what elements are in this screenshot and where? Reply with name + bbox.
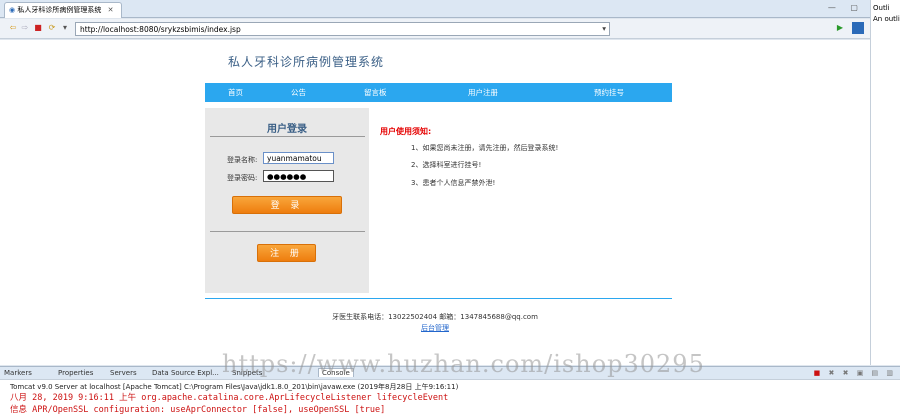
admin-link[interactable]: 后台管理 <box>0 323 870 333</box>
tab-properties[interactable]: Properties <box>58 369 93 377</box>
username-input[interactable] <box>263 152 334 164</box>
window-controls[interactable]: — ▢ <box>828 3 864 12</box>
ide-window: ◉ 私人牙科诊所病例管理系统 ✕ — ▢ ⇦ ⇨ ■ ⟳ ▾ http://lo… <box>0 0 900 415</box>
menu-dropdown-icon[interactable]: ▾ <box>60 23 70 33</box>
notice-item: 1、如果您尚未注册，请先注册，然后登录系统! <box>411 144 559 152</box>
outline-panel: Outli An outli <box>870 0 900 365</box>
footer-contact: 牙医生联系电话：13022502404 邮箱：1347845688@qq.com <box>332 313 538 321</box>
tab-markers[interactable]: Markers <box>4 369 32 377</box>
nav-item-home[interactable]: 首页 <box>228 87 243 98</box>
console-toolbar[interactable]: ■ ✖ ✖ ▣ ▤ ▥ <box>814 369 896 377</box>
password-input[interactable]: ●●●●●● <box>263 170 334 182</box>
nav-item-register[interactable]: 用户注册 <box>468 87 498 98</box>
forward-icon[interactable]: ⇨ <box>20 23 30 33</box>
back-icon[interactable]: ⇦ <box>8 23 18 33</box>
terminate-icon[interactable]: ■ <box>814 369 824 377</box>
outline-subtitle: An outli <box>873 15 900 23</box>
login-button[interactable]: 登 录 <box>232 196 342 214</box>
tab-servers[interactable]: Servers <box>110 369 137 377</box>
tab-data-source-explorer[interactable]: Data Source Expl... <box>152 369 219 377</box>
console-log-line: 信息 APR/OpenSSL configuration: useAprConn… <box>10 405 386 415</box>
login-heading: 用户登录 <box>267 124 307 135</box>
username-label: 登录名称: <box>227 156 258 164</box>
stop-icon[interactable]: ■ <box>33 23 43 33</box>
go-icon[interactable]: ▶ <box>835 23 845 33</box>
browser-tab-title: 私人牙科诊所病例管理系统 <box>17 6 102 14</box>
outline-title[interactable]: Outli <box>873 4 898 12</box>
notice-title: 用户使用须知: <box>380 127 432 136</box>
notice-item: 3、患者个人信息严禁外泄! <box>411 179 496 187</box>
site-title: 私人牙科诊所病例管理系统 <box>228 55 385 69</box>
footer-divider <box>205 298 672 299</box>
external-browser-icon[interactable] <box>852 22 864 34</box>
notice-item: 2、选择科室进行挂号! <box>411 161 482 169</box>
password-label: 登录密码: <box>227 174 258 182</box>
divider <box>210 136 365 137</box>
nav-item-announcements[interactable]: 公告 <box>291 87 306 98</box>
globe-icon: ◉ <box>9 6 16 14</box>
refresh-icon[interactable]: ⟳ <box>47 23 57 33</box>
editor-tabbar: ◉ 私人牙科诊所病例管理系统 ✕ — ▢ <box>0 0 870 18</box>
console-log-line: 八月 28, 2019 9:16:11 上午 org.apache.catali… <box>10 393 449 403</box>
url-field[interactable]: http://localhost:8080/srykzsbimis/index.… <box>75 22 610 36</box>
url-text: http://localhost:8080/srykzsbimis/index.… <box>80 25 241 34</box>
main-nav: 首页 公告 留言板 用户注册 预约挂号 <box>205 83 672 102</box>
nav-item-guestbook[interactable]: 留言板 <box>364 87 387 98</box>
register-button[interactable]: 注 册 <box>257 244 316 262</box>
divider <box>210 231 365 232</box>
browser-tab[interactable]: ◉ 私人牙科诊所病例管理系统 ✕ <box>4 2 122 18</box>
chevron-down-icon[interactable]: ▾ <box>602 24 606 33</box>
browser-toolbar: ⇦ ⇨ ■ ⟳ ▾ http://localhost:8080/srykzsbi… <box>0 19 870 39</box>
close-icon[interactable]: ✕ <box>108 6 114 14</box>
login-panel: 用户登录 登录名称: 登录密码: ●●●●●● 登 录 注 册 <box>205 108 369 293</box>
browser-viewport: 私人牙科诊所病例管理系统 首页 公告 留言板 用户注册 预约挂号 用户登录 登录… <box>0 40 870 365</box>
watermark: https://www.huzhan.com/ishop30295 <box>222 350 705 378</box>
nav-item-appointment[interactable]: 预约挂号 <box>594 87 624 98</box>
